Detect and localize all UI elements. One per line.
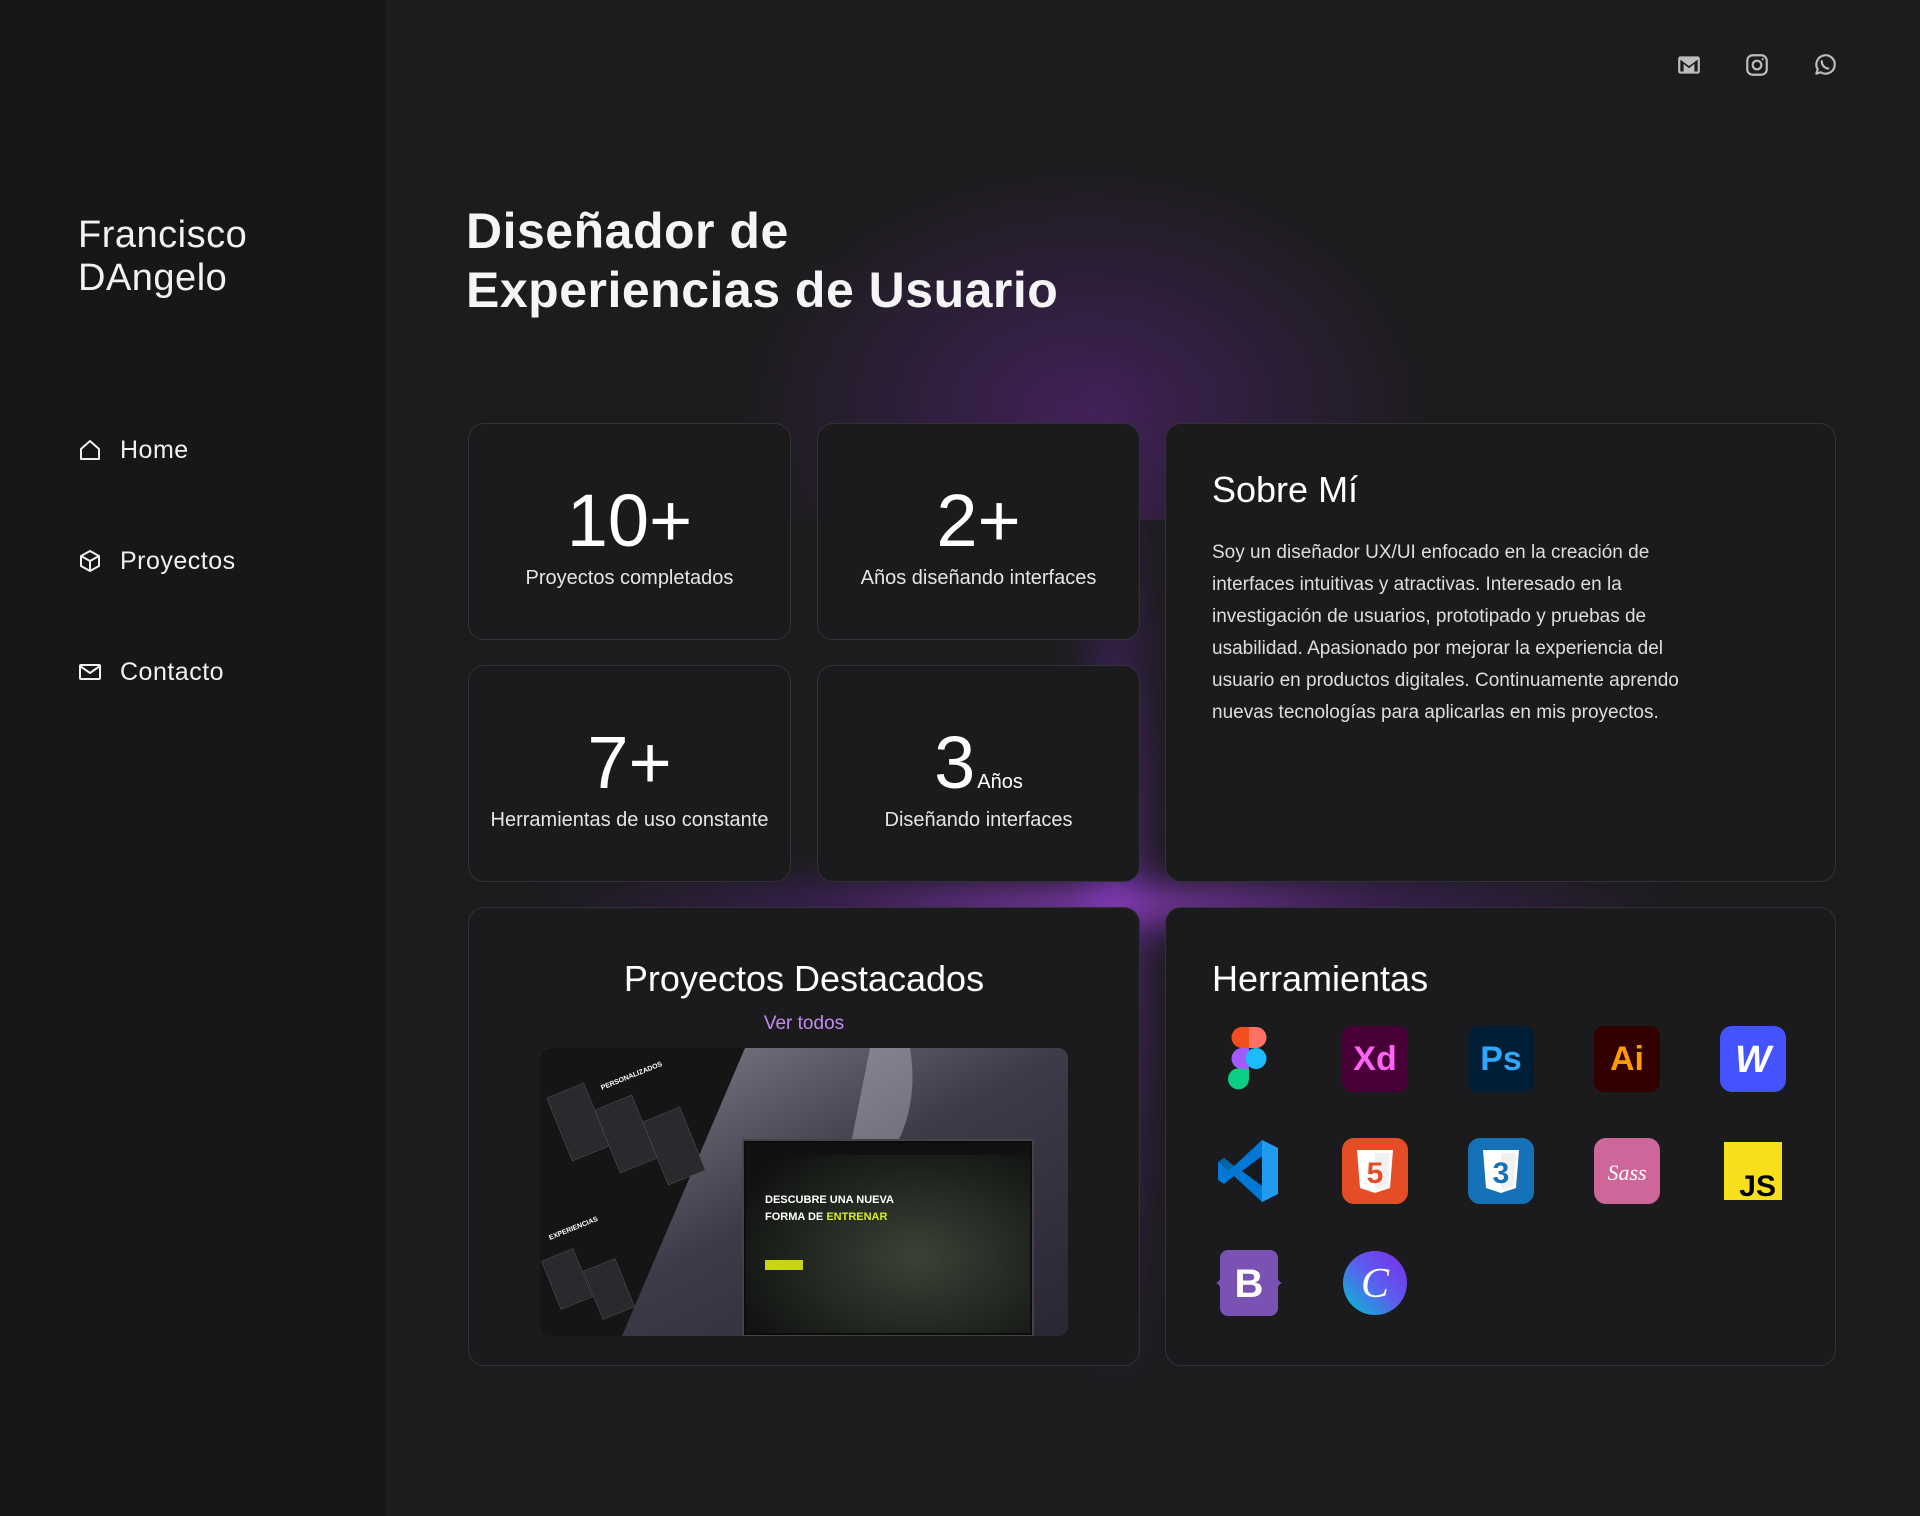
stat-card-years: 2+ Años diseñando interfaces xyxy=(817,423,1140,640)
page-title: Diseñador de Experiencias de Usuario xyxy=(466,202,1058,320)
featured-projects-card: Proyectos Destacados Ver todos PERSONALI… xyxy=(468,907,1140,1366)
nav-item-label: Contacto xyxy=(120,657,225,686)
gmail-icon[interactable] xyxy=(1676,52,1702,78)
main-content: Diseñador de Experiencias de Usuario 10+… xyxy=(385,0,1920,1516)
nav-item-proyectos[interactable]: Proyectos xyxy=(78,541,236,581)
nav-item-contacto[interactable]: Contacto xyxy=(78,652,236,692)
about-text: Soy un diseñador UX/UI enfocado en la cr… xyxy=(1212,542,1679,723)
cube-icon xyxy=(80,550,100,572)
home-icon xyxy=(80,440,100,460)
svg-text:5: 5 xyxy=(1367,1157,1384,1190)
social-links xyxy=(1676,52,1838,78)
whatsapp-icon[interactable] xyxy=(1812,52,1838,78)
featured-projects-title: Proyectos Destacados xyxy=(623,958,985,999)
project-preview-image[interactable]: PERSONALIZADOS EXPERIENCIAS DESCUBRE UNA… xyxy=(540,1048,1068,1336)
figma-icon xyxy=(1216,1026,1282,1092)
nav-item-label: Proyectos xyxy=(120,546,236,575)
sidebar: Francisco DAngelo Home Proyectos Contact… xyxy=(0,0,385,1516)
bootstrap-icon: B xyxy=(1216,1250,1282,1316)
stat-value: 7+ xyxy=(587,721,672,804)
svg-text:Sass: Sass xyxy=(1607,1160,1646,1185)
nav-item-label: Home xyxy=(120,435,189,464)
tools-card: Herramientas Xd Ps Ai W 5 3 Sass JS B C xyxy=(1165,907,1836,1366)
instagram-icon[interactable] xyxy=(1744,52,1770,78)
stat-value: 10+ xyxy=(566,479,693,562)
svg-text:B: B xyxy=(1235,1262,1264,1306)
stat-label: Años diseñando interfaces xyxy=(860,567,1097,589)
nav-item-home[interactable]: Home xyxy=(78,430,236,470)
svg-text:Ai: Ai xyxy=(1610,1040,1644,1078)
see-all-link: Ver todos xyxy=(469,1013,1139,1035)
stat-label: Diseñando interfaces xyxy=(884,809,1073,831)
svg-text:Xd: Xd xyxy=(1353,1040,1396,1078)
stat-card-projects: 10+ Proyectos completados xyxy=(468,423,791,640)
mail-icon xyxy=(79,664,101,680)
photoshop-icon: Ps xyxy=(1468,1026,1534,1092)
vscode-icon xyxy=(1216,1138,1282,1204)
javascript-icon: JS xyxy=(1720,1138,1786,1204)
svg-text:JS: JS xyxy=(1739,1170,1776,1203)
stat-card-tools: 7+ Herramientas de uso constante xyxy=(468,665,791,882)
brand-last-name: DAngelo xyxy=(78,257,228,299)
stat-value: 2+ xyxy=(936,479,1021,562)
brand-first-name: Francisco xyxy=(78,214,248,256)
stat-card-design-years: 3 Años Diseñando interfaces xyxy=(817,665,1140,882)
css3-icon: 3 xyxy=(1468,1138,1534,1204)
illustrator-icon: Ai xyxy=(1594,1026,1660,1092)
page-title-line-1: Diseñador de xyxy=(466,203,789,259)
preview-headline: DESCUBRE UNA NUEVA xyxy=(765,1194,894,1206)
svg-text:3: 3 xyxy=(1493,1157,1510,1190)
adobe-xd-icon: Xd xyxy=(1342,1026,1408,1092)
svg-text:W: W xyxy=(1735,1039,1774,1081)
svg-text:Ps: Ps xyxy=(1480,1040,1522,1078)
svg-text:C: C xyxy=(1361,1261,1390,1307)
main-nav: Home Proyectos Contacto xyxy=(78,430,236,763)
canva-icon: C xyxy=(1342,1250,1408,1316)
stat-label: Proyectos completados xyxy=(525,567,734,589)
about-title: Sobre Mí xyxy=(1212,469,1359,510)
see-all-link-text[interactable]: Ver todos xyxy=(764,1013,844,1034)
stat-suffix: Años xyxy=(977,771,1023,793)
stat-label: Herramientas de uso constante xyxy=(490,809,769,831)
tools-title: Herramientas xyxy=(1212,958,1429,999)
webflow-icon: W xyxy=(1720,1026,1786,1092)
brand-name[interactable]: Francisco DAngelo xyxy=(78,214,247,300)
html5-icon: 5 xyxy=(1342,1138,1408,1204)
sass-icon: Sass xyxy=(1594,1138,1660,1204)
about-card: Sobre Mí Soy un diseñador UX/UI enfocado… xyxy=(1165,423,1836,882)
page-title-line-2: Experiencias de Usuario xyxy=(466,262,1059,318)
preview-headline: FORMA DE ENTRENAR xyxy=(765,1211,887,1223)
